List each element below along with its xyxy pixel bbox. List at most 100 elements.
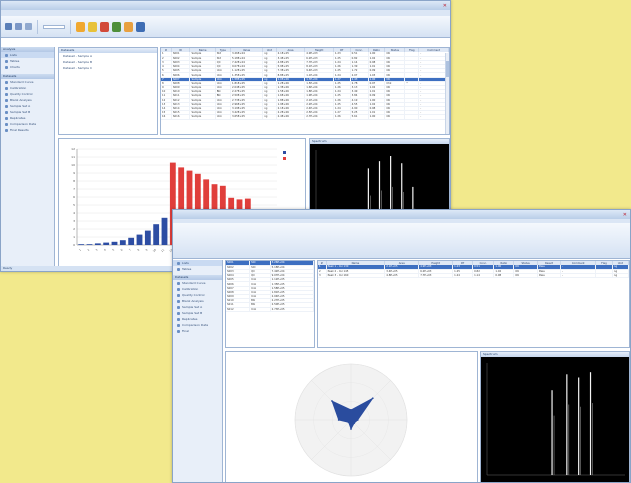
folder-icon — [5, 128, 8, 132]
chart-icon[interactable] — [76, 21, 85, 32]
bar — [144, 230, 151, 245]
open-icon[interactable] — [5, 23, 12, 30]
folder-icon — [177, 299, 180, 303]
radar-point — [353, 422, 356, 425]
help-icon[interactable] — [136, 21, 145, 32]
peak-table-panel: # Name Area Height RT Conc. Ratio Status Result C… — [317, 260, 630, 348]
x-tick-label: 9 — [145, 248, 149, 252]
table-cell: Pass — [537, 273, 562, 279]
save-icon[interactable] — [15, 23, 22, 30]
sample-table-panel: S001 Std 3.26E+04 S002 Std 5.18E+04 S003 QC 7.42… — [225, 260, 315, 348]
radar-point — [350, 409, 352, 411]
table-cell: 1.24 — [452, 273, 474, 279]
y-tick-label: 10 — [71, 163, 75, 167]
table-cell — [404, 114, 420, 120]
table-cell: 1.00 — [368, 114, 386, 120]
bar — [86, 244, 93, 245]
second-window: ✕ Lists Tables Datasets Standard Curve Ca… — [172, 209, 631, 483]
folder-icon — [177, 281, 180, 285]
table-cell: 16 — [161, 114, 172, 120]
folder-icon — [177, 317, 180, 321]
sidebar: Analysis Lists Tables Charts Datasets St… — [1, 47, 55, 268]
sidebar-item[interactable]: Final — [173, 328, 222, 334]
table-icon — [177, 267, 180, 271]
table-cell: 2.7E+04 — [304, 114, 334, 120]
folder-icon — [5, 80, 8, 84]
table-row[interactable]: 3 Peak 3 - mz 160 4.8E+05 7.7E+03 1.24 1.14 0.… — [318, 273, 629, 279]
table-icon[interactable] — [88, 21, 97, 32]
y-tick-label: 6 — [73, 195, 75, 199]
sidebar-item-tables[interactable]: Tables — [173, 266, 222, 272]
table-cell: 1.14 — [472, 273, 495, 279]
bar — [136, 234, 143, 245]
folder-icon — [177, 293, 180, 297]
table-cell: 2.73E+05 — [270, 307, 314, 312]
table-row[interactable]: S012 Unk 2.73E+05 — [226, 307, 314, 312]
bar — [128, 237, 135, 245]
table-cell: S016 — [171, 114, 191, 120]
folder-icon — [5, 98, 8, 102]
table-cell: 3.65E+05 — [230, 114, 264, 120]
data-table: # ID Name Type Value Unit Area Height RT Conc. Rat… — [161, 48, 449, 120]
table-cell: ng — [262, 114, 277, 120]
y-tick-label: 1 — [73, 235, 75, 239]
folder-icon — [177, 305, 180, 309]
settings-icon[interactable] — [124, 21, 133, 32]
report-icon[interactable] — [100, 21, 109, 32]
table-row[interactable]: 16 S016 Sample Unk 3.65E+05 ng 2.4E+06 2.7E+04 1… — [161, 114, 449, 120]
x-tick-label: 3 — [95, 248, 99, 252]
print-icon[interactable] — [25, 23, 32, 30]
radar-chart — [294, 363, 408, 477]
separator — [70, 19, 71, 34]
export-icon[interactable] — [112, 21, 121, 32]
x-tick-label: 2 — [86, 248, 90, 252]
radar-chart-panel — [225, 351, 478, 482]
list-item[interactable]: Dataset - Sample C — [59, 65, 157, 71]
bar — [103, 242, 110, 245]
spectrum-panel: Spectrum — [480, 351, 630, 482]
sidebar-list: Standard Curve Calibration Quality Control… — [173, 280, 222, 334]
peak-table: # Name Area Height RT Conc. Ratio Status Result C… — [318, 261, 629, 279]
x-tick-label: 5 — [111, 248, 115, 252]
y-tick-label: 2 — [73, 227, 75, 231]
table-icon — [5, 59, 8, 63]
chart-icon — [5, 65, 8, 69]
vertical-scrollbar[interactable] — [445, 53, 449, 134]
table-cell: 7.7E+03 — [418, 273, 454, 279]
bar — [119, 240, 126, 245]
bar — [78, 244, 85, 245]
legend-swatch — [283, 157, 286, 160]
close-icon[interactable]: ✕ — [443, 3, 447, 9]
sidebar-item-charts[interactable]: Charts — [1, 64, 54, 70]
table-cell: Sample — [189, 114, 216, 120]
y-tick-label: 8 — [73, 179, 75, 183]
close-icon[interactable]: ✕ — [623, 212, 627, 218]
scrollbar-thumb[interactable] — [446, 61, 449, 77]
sidebar-item[interactable]: Final Results — [1, 127, 54, 133]
dataset-list: Dataset - Sample A Dataset - Sample B Data… — [59, 53, 157, 71]
table-cell: OK — [384, 114, 406, 120]
spectrum-plot — [481, 357, 629, 482]
table-cell: 2.4E+06 — [276, 114, 306, 120]
ribbon-toolbar — [1, 16, 450, 38]
bar — [111, 241, 118, 245]
title-bar: ✕ — [173, 210, 630, 219]
separator — [37, 19, 38, 34]
x-tick-label: 1 — [78, 248, 82, 252]
folder-icon — [177, 287, 180, 291]
x-tick-label: 7 — [128, 248, 132, 252]
x-tick-label: 10 — [152, 248, 157, 253]
y-tick-label: 3 — [73, 219, 75, 223]
search-input[interactable] — [43, 24, 65, 29]
folder-icon — [5, 122, 8, 126]
table-body: 1 Peak 1 - mz 130 2.1E+05 4.9E+03 1.23 0.51 1.… — [318, 265, 629, 279]
folder-icon — [5, 92, 8, 96]
table-cell: 4.8E+05 — [384, 273, 420, 279]
table-body: S001 Std 3.26E+04 S002 Std 5.18E+04 S003 QC 7.42… — [226, 261, 314, 312]
table-cell: OK — [513, 273, 539, 279]
dataset-list-panel: Datasets Dataset - Sample A Dataset - Sam… — [58, 47, 158, 135]
y-tick-label: 11 — [71, 155, 75, 159]
legend-swatch — [283, 151, 286, 154]
table-cell — [595, 273, 613, 279]
table-cell: Unk — [249, 307, 271, 312]
